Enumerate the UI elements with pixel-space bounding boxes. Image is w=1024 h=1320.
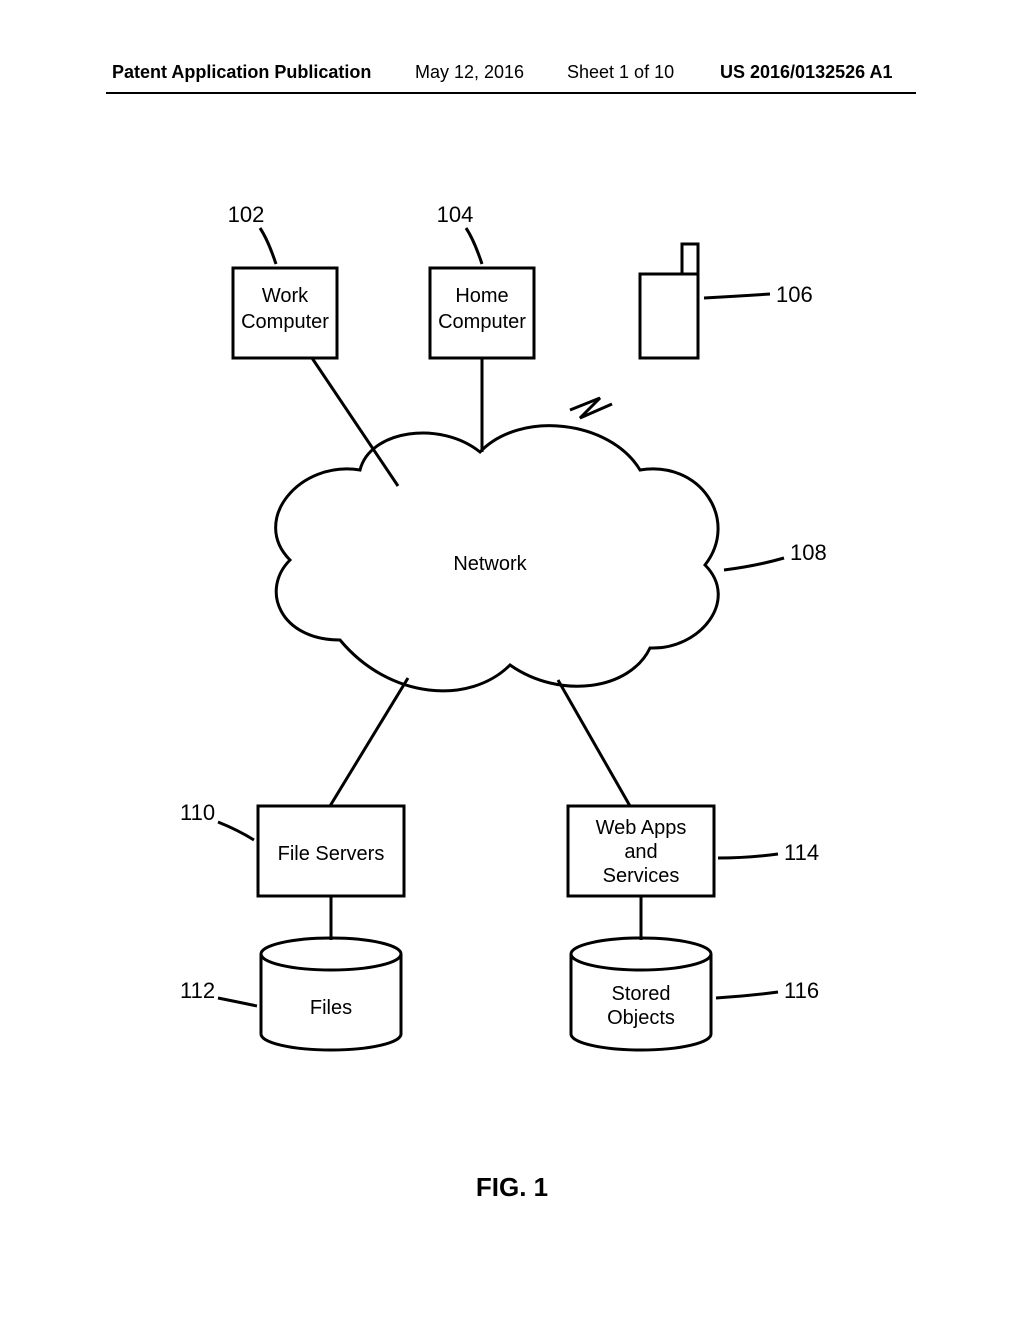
wireless-icon [570, 398, 612, 418]
web-apps-label-3: Services [603, 865, 680, 887]
web-apps-label-1: Web Apps [596, 817, 687, 839]
page: Patent Application Publication May 12, 2… [0, 0, 1024, 1320]
ref-106: 106 [704, 282, 813, 307]
figure-1-diagram: Work Computer 102 Home Computer 104 106 [0, 0, 1024, 1320]
stored-objects-label-2: Objects [607, 1007, 675, 1029]
svg-text:102: 102 [228, 202, 265, 227]
svg-text:106: 106 [776, 282, 813, 307]
stored-objects-label-1: Stored [612, 983, 671, 1005]
edge-work-to-network [312, 358, 398, 486]
home-computer-label-2: Computer [438, 311, 526, 333]
ref-112: 112 [180, 978, 257, 1006]
network-cloud: Network [276, 426, 719, 691]
network-label: Network [453, 553, 527, 575]
ref-114: 114 [718, 840, 819, 865]
ref-102: 102 [228, 202, 276, 264]
file-servers-node: File Servers [258, 806, 404, 896]
edge-network-to-fileservers [330, 678, 408, 806]
files-label: Files [310, 997, 352, 1019]
mobile-device-icon [640, 244, 698, 358]
svg-text:112: 112 [180, 978, 215, 1003]
svg-text:114: 114 [784, 840, 819, 865]
figure-caption: FIG. 1 [0, 1172, 1024, 1203]
work-computer-label-2: Computer [241, 311, 329, 333]
ref-104: 104 [437, 202, 482, 264]
ref-116: 116 [716, 978, 819, 1003]
svg-text:110: 110 [180, 800, 215, 825]
web-apps-node: Web Apps and Services [568, 806, 714, 896]
stored-objects-cylinder: Stored Objects [571, 938, 711, 1050]
files-cylinder: Files [261, 938, 401, 1050]
home-computer-label-1: Home [455, 285, 508, 307]
ref-110: 110 [180, 800, 254, 840]
web-apps-label-2: and [624, 841, 657, 863]
svg-text:116: 116 [784, 978, 819, 1003]
ref-108: 108 [724, 540, 827, 570]
work-computer-node: Work Computer [233, 268, 337, 358]
svg-text:104: 104 [437, 202, 474, 227]
edge-network-to-webapps [558, 680, 630, 806]
file-servers-label: File Servers [278, 843, 385, 865]
svg-text:108: 108 [790, 540, 827, 565]
work-computer-label-1: Work [262, 285, 309, 307]
home-computer-node: Home Computer [430, 268, 534, 358]
